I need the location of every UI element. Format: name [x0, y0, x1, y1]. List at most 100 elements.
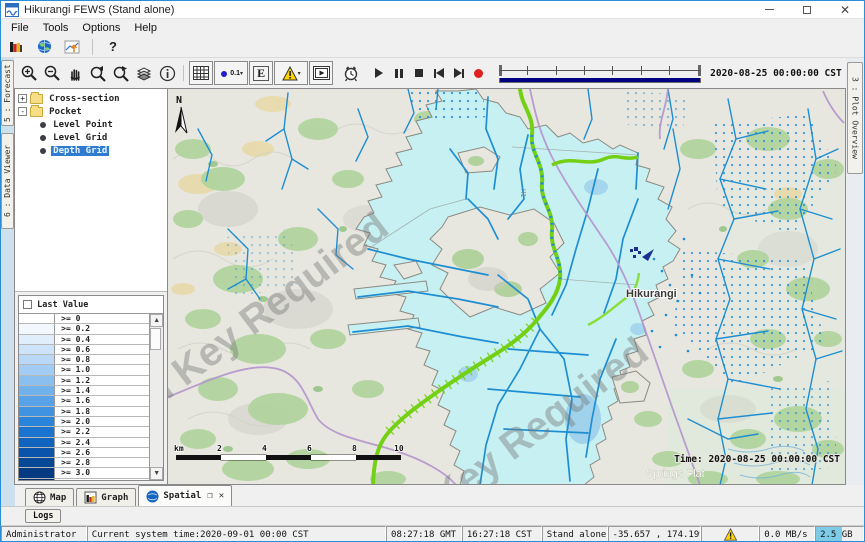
stop-button[interactable]	[409, 62, 428, 84]
locality-label: Springs Flat	[646, 468, 705, 480]
tab-data-viewer[interactable]: 6 : Data Viewer	[1, 133, 14, 229]
menu-tools[interactable]: Tools	[36, 21, 76, 35]
left-panel-strip: 5 : Forecast 6 : Data Viewer	[1, 58, 14, 485]
scale-bar-toggle-button[interactable]: E	[249, 61, 273, 85]
map-canvas[interactable]: API Key Required API Key Required H1 Hik…	[168, 89, 846, 485]
tab-restore-icon[interactable]: ❐	[207, 491, 212, 501]
animation-timer-button[interactable]	[340, 61, 362, 85]
zoom-previous-icon	[89, 64, 107, 82]
close-button[interactable]: ✕	[826, 1, 864, 18]
zoom-in-icon	[20, 64, 38, 82]
help-button[interactable]: ?	[101, 37, 125, 57]
minimize-button[interactable]	[750, 1, 788, 18]
chevron-down-icon: ▾	[298, 70, 301, 77]
legend-swatch	[19, 376, 55, 385]
layers-button[interactable]	[133, 61, 155, 85]
go-to-start-button[interactable]	[429, 62, 448, 84]
grid-display-button[interactable]	[189, 61, 213, 85]
map-display-button[interactable]	[32, 37, 56, 57]
legend-row: >= 2.6	[19, 448, 149, 458]
scroll-up-icon[interactable]: ▲	[150, 314, 163, 327]
legend-scrollbar[interactable]: ▲ ▼	[150, 314, 163, 480]
legend-row: >= 0.4	[19, 335, 149, 345]
movie-export-button[interactable]	[309, 61, 333, 85]
timeseries-dialog-button[interactable]	[60, 37, 84, 57]
legend-row: >= 0	[19, 314, 149, 324]
info-button[interactable]	[156, 61, 178, 85]
legend-swatch	[19, 355, 55, 364]
svg-text:8: 8	[352, 444, 357, 453]
timeline-slider[interactable]	[499, 64, 701, 83]
tab-map[interactable]: Map	[25, 488, 74, 506]
legend-row: >= 1.0	[19, 365, 149, 375]
maximize-button[interactable]	[788, 1, 826, 18]
tab-spatial[interactable]: Spatial ❐ ✕	[138, 485, 232, 506]
last-value-checkbox[interactable]	[23, 300, 32, 309]
record-button[interactable]	[469, 62, 488, 84]
spatial-map-view[interactable]: API Key Required API Key Required H1 Hik…	[168, 88, 846, 485]
title-bar: Hikurangi FEWS (Stand alone) ✕	[1, 1, 864, 19]
thresholds-dropdown[interactable]: ▾	[274, 61, 308, 85]
scroll-down-icon[interactable]: ▼	[150, 467, 163, 480]
collapse-icon[interactable]: -	[18, 107, 27, 116]
legend-row: >= 0.6	[19, 345, 149, 355]
tree-item-cross-section[interactable]: + Cross-section	[18, 92, 167, 105]
window-title: Hikurangi FEWS (Stand alone)	[24, 4, 174, 16]
svg-text:N: N	[176, 95, 182, 106]
zoom-previous-button[interactable]	[87, 61, 109, 85]
timeline-period-bar[interactable]	[499, 78, 701, 83]
classification-dropdown[interactable]: 0.1 ▾	[214, 61, 248, 85]
toolbar-separator	[183, 65, 184, 81]
legend-swatch	[19, 345, 55, 354]
svg-text:4: 4	[262, 444, 267, 453]
expand-icon[interactable]: +	[18, 94, 27, 103]
folder-icon	[30, 107, 43, 117]
play-button[interactable]	[369, 62, 388, 84]
tab-forecast[interactable]: 5 : Forecast	[1, 60, 14, 126]
left-strip-filler	[1, 485, 15, 506]
road-label-h1: H1	[519, 189, 527, 197]
zoom-in-button[interactable]	[18, 61, 40, 85]
pause-button[interactable]	[389, 62, 408, 84]
status-local-time: 16:27:18 CST	[462, 526, 542, 542]
legend-row: >= 2.2	[19, 427, 149, 437]
logs-button[interactable]: Logs	[25, 509, 61, 523]
menu-bar: File Tools Options Help	[1, 19, 864, 36]
go-to-end-button[interactable]	[449, 62, 468, 84]
stop-icon	[415, 69, 423, 77]
tab-graph[interactable]: Graph	[76, 488, 136, 506]
legend-swatch	[19, 479, 55, 480]
zoom-out-button[interactable]	[41, 61, 63, 85]
legend-row: >= 3.0	[19, 468, 149, 478]
play-icon	[375, 68, 383, 78]
legend-row: >= 0.2	[19, 324, 149, 334]
status-coordinates: -35.657 , 174.199	[608, 526, 702, 542]
menu-file[interactable]: File	[4, 21, 36, 35]
pause-icon	[395, 69, 403, 78]
zoom-next-button[interactable]	[110, 61, 132, 85]
legend-row: >= 2.8	[19, 458, 149, 468]
right-panel-strip: 3 : Plot Overview	[846, 58, 864, 485]
status-alerts[interactable]	[701, 526, 759, 542]
tree-item-level-grid[interactable]: Level Grid	[18, 131, 167, 144]
tree-item-level-point[interactable]: Level Point	[18, 118, 167, 131]
tree-item-pocket[interactable]: - Pocket	[18, 105, 167, 118]
pan-button[interactable]	[64, 61, 86, 85]
menu-help[interactable]: Help	[127, 21, 164, 35]
legend-swatch	[19, 396, 55, 405]
info-icon	[159, 65, 176, 82]
scroll-thumb[interactable]	[150, 328, 161, 350]
svg-text:H1: H1	[519, 189, 527, 197]
database-icon	[8, 39, 24, 55]
legend-swatch	[19, 324, 55, 333]
globe-icon	[37, 39, 52, 54]
tab-close-icon[interactable]: ✕	[219, 491, 224, 501]
wireframe-globe-icon	[33, 491, 46, 504]
timeline-track[interactable]	[499, 64, 701, 76]
tree-item-depth-grid[interactable]: Depth Grid	[18, 144, 167, 157]
legend-swatch	[19, 468, 55, 477]
tab-plot-overview[interactable]: 3 : Plot Overview	[847, 62, 863, 174]
town-label: Hikurangi	[626, 288, 677, 300]
database-viewer-button[interactable]	[4, 37, 28, 57]
menu-options[interactable]: Options	[75, 21, 127, 35]
